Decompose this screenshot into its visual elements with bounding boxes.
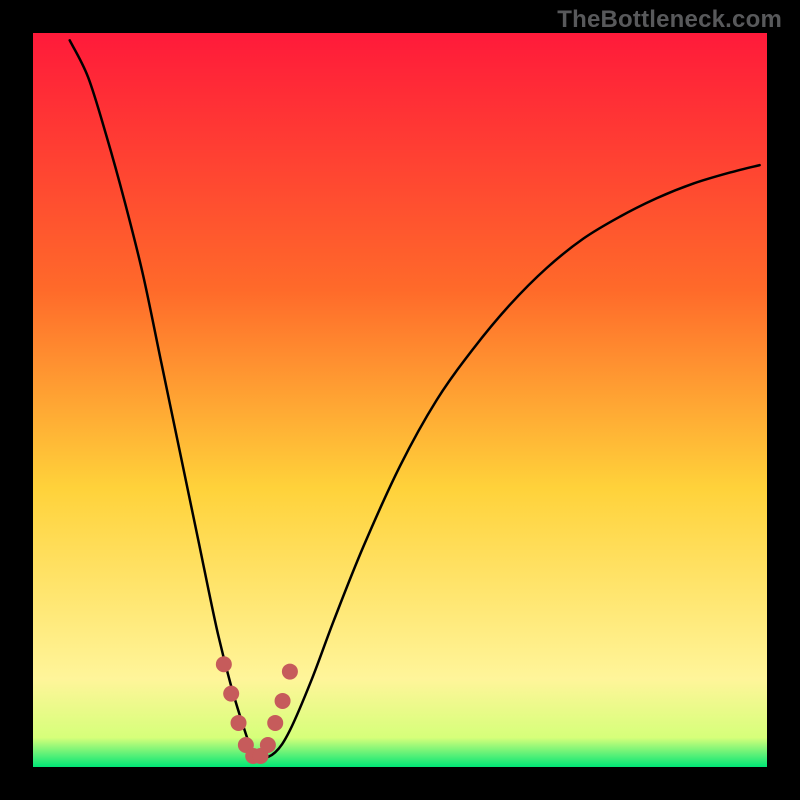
- trough-marker: [275, 693, 291, 709]
- trough-marker: [282, 664, 298, 680]
- trough-marker: [260, 737, 276, 753]
- trough-marker: [231, 715, 247, 731]
- watermark-label: TheBottleneck.com: [557, 6, 782, 34]
- trough-marker: [223, 686, 239, 702]
- bottleneck-chart: [0, 0, 800, 800]
- trough-marker: [267, 715, 283, 731]
- plot-area: [33, 33, 767, 767]
- trough-marker: [216, 656, 232, 672]
